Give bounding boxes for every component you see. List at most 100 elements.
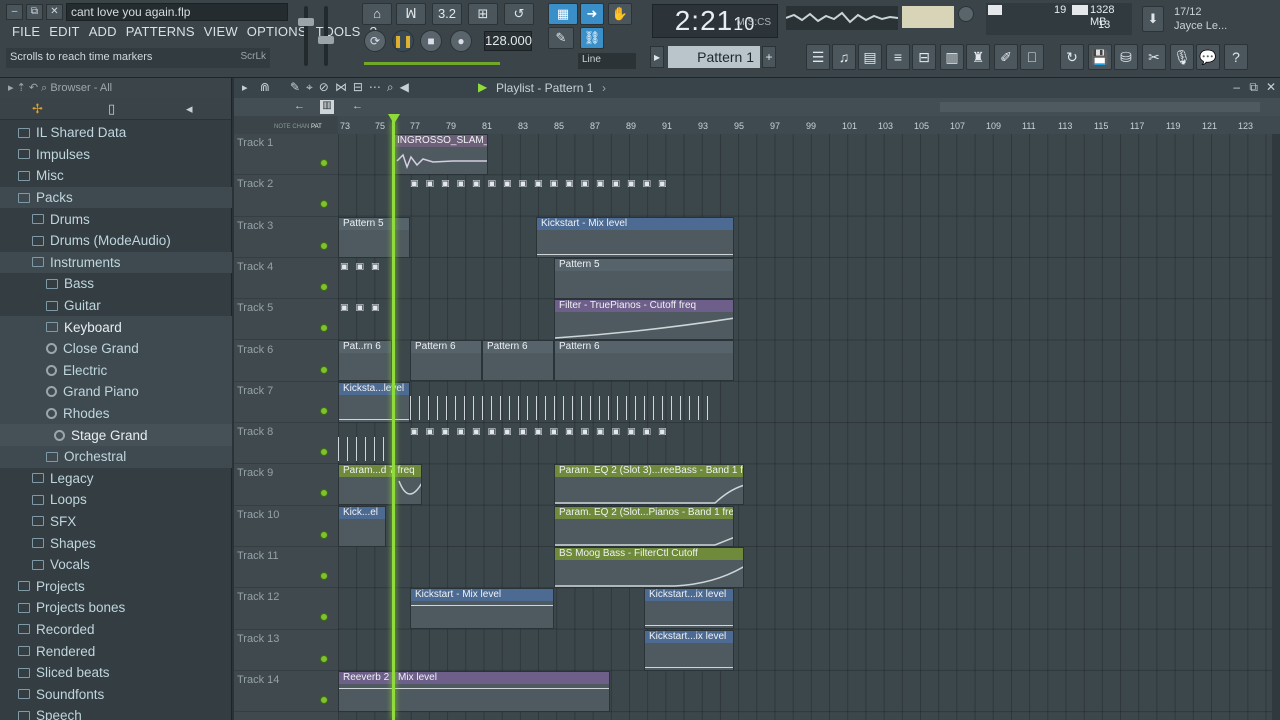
track-mute-led[interactable] [320, 406, 328, 415]
browser-folder-rendered[interactable]: Rendered [0, 640, 232, 662]
track-header[interactable]: Track 4 [234, 258, 338, 300]
track-mute-led[interactable] [320, 695, 328, 704]
browser-folder-guitar[interactable]: Guitar [0, 295, 232, 317]
pattern-add-button[interactable]: + [762, 46, 776, 68]
pen-icon[interactable]: ✎ [548, 27, 574, 49]
track-header[interactable]: Track 5 [234, 299, 338, 341]
news-panel[interactable]: ⬇ 17/12 Jayce Le... [1142, 4, 1234, 36]
pattern-clip[interactable]: Pattern 6 [482, 340, 554, 381]
track-header[interactable]: Track 10 [234, 506, 338, 547]
browser-folder-legacy[interactable]: Legacy [0, 468, 232, 490]
automation-clip[interactable]: Kickstart...ix level [644, 588, 734, 629]
tempo-tapper-icon[interactable]: ✐ [994, 44, 1018, 70]
piano-roll-icon[interactable]: ♫ [832, 44, 856, 70]
playlist-menu-arrow-icon[interactable]: ▸ [242, 81, 248, 94]
browser-folder-speech[interactable]: Speech [0, 705, 232, 720]
volume-knob[interactable] [298, 18, 314, 26]
browser-folder-projects[interactable]: Projects [0, 575, 232, 597]
record-button[interactable]: ● [450, 30, 472, 52]
track-mute-led[interactable] [320, 530, 328, 539]
menu-add[interactable]: ADD [85, 24, 122, 42]
pattern-blocks-track4[interactable]: ▣▣▣ [340, 261, 387, 272]
record-audio-icon[interactable]: 🎙 [1170, 44, 1194, 70]
menu-file[interactable]: FILE [8, 24, 45, 42]
browser-folder-orchestral[interactable]: Orchestral [0, 445, 232, 468]
track-mute-led[interactable] [320, 200, 328, 209]
track-mute-led[interactable] [320, 159, 328, 167]
track-header[interactable]: Track 9 [234, 464, 338, 506]
save-icon[interactable]: 💾 [1088, 44, 1112, 70]
arrow-icons[interactable]: ←←← [294, 100, 381, 112]
tempo-display[interactable]: 128.000 [484, 31, 532, 51]
vertical-scrollbar[interactable] [1272, 134, 1280, 720]
menu-view[interactable]: VIEW [200, 24, 243, 42]
track-header[interactable]: Track 6 [234, 341, 338, 382]
browser-folder-sliced-beats[interactable]: Sliced beats [0, 662, 232, 684]
chat-icon[interactable]: 💬 [1196, 44, 1220, 70]
restore-button[interactable]: ⧉ [26, 4, 43, 20]
browser-preset-close-grand[interactable]: Close Grand [0, 337, 232, 360]
track-header[interactable]: Track 1 [234, 134, 338, 176]
browser-folder-misc[interactable]: Misc [0, 165, 232, 187]
browser-folder-drums-modeaudio[interactable]: Drums (ModeAudio) [0, 230, 232, 252]
automation-clip[interactable]: Kickstart...ix level [644, 630, 734, 671]
loop-record-icon[interactable]: ↺ [504, 3, 534, 25]
kick-steps-track8[interactable] [338, 437, 392, 461]
automation-clip[interactable]: Reeverb 2 - Mix level [338, 671, 610, 712]
step-edit-icon[interactable]: ⊞ [468, 3, 498, 25]
track-mute-led[interactable] [320, 324, 328, 333]
pattern-song-toggle-icon[interactable]: ⟳ [364, 30, 386, 52]
browser-folder-impulses[interactable]: Impulses [0, 144, 232, 166]
pattern-blocks-track2[interactable]: ▣▣▣▣▣▣▣▣▣▣▣▣▣▣▣▣▣ [410, 178, 674, 189]
time-display[interactable]: 2:2110 M:S:CS [652, 4, 778, 38]
wait-input-icon[interactable]: ꟽ [396, 3, 426, 25]
track-header[interactable]: Track 3 [234, 217, 338, 258]
kick-automation-steps[interactable] [410, 396, 716, 420]
playlist-icon[interactable]: ☰ [806, 44, 830, 70]
browser-folder-il-shared-data[interactable]: IL Shared Data [0, 122, 232, 144]
track-mute-led[interactable] [320, 654, 328, 663]
browser-folder-bass[interactable]: Bass [0, 273, 232, 295]
metronome-icon[interactable]: ⌂ [362, 3, 392, 25]
pattern-clip[interactable]: Pattern 6 [554, 340, 734, 381]
automation-clip[interactable]: Param. EQ 2 (Slot 3)...reeBass - Band 1 … [554, 464, 744, 505]
pattern-blocks-track5[interactable]: ▣▣▣ [340, 302, 387, 313]
track-mute-led[interactable] [320, 282, 328, 291]
auto-scroll-icon[interactable]: ➜ [580, 3, 604, 25]
browser-folder-instruments[interactable]: Instruments [0, 251, 232, 274]
track-header[interactable]: Track 13 [234, 630, 338, 671]
help-icon[interactable]: ? [1224, 44, 1248, 70]
close-button[interactable]: ✕ [46, 4, 63, 20]
browser-nav-icons[interactable]: ▸ ⇡ ↶ ⌕ [8, 82, 50, 94]
cut-icon[interactable]: ✂ [1142, 44, 1166, 70]
collapse-icon[interactable]: ◂ [186, 101, 193, 117]
playlist-maximize-icon[interactable]: ⧉ [1249, 80, 1258, 95]
stop-button[interactable]: ■ [420, 30, 442, 52]
browser-folder-soundfonts[interactable]: Soundfonts [0, 683, 232, 705]
master-volume-slider[interactable] [298, 6, 314, 66]
pattern-blocks-track8[interactable]: ▣▣▣▣▣▣▣▣▣▣▣▣▣▣▣▣▣ [410, 426, 674, 437]
browser-folder-projects-bones[interactable]: Projects bones [0, 597, 232, 619]
track-header[interactable]: Track 12 [234, 588, 338, 630]
track-mute-led[interactable] [320, 613, 328, 622]
audio-clip[interactable]: INGROSSO_SLAM_0 [392, 134, 488, 175]
minimize-button[interactable]: – [6, 4, 23, 20]
menu-patterns[interactable]: PATTERNS [122, 24, 200, 42]
pause-button[interactable]: ❚❚ [392, 30, 414, 52]
undo-icon[interactable]: ↻ [1060, 44, 1084, 70]
track-header[interactable]: Track 2 [234, 175, 338, 217]
browser-folder-recorded[interactable]: Recorded [0, 619, 232, 641]
playlist-close-icon[interactable]: ✕ [1266, 80, 1276, 94]
automation-clip[interactable]: Filter - TruePianos - Cutoff freq [554, 299, 734, 340]
mixer-icon[interactable]: ≡ [886, 44, 910, 70]
browser-folder-drums[interactable]: Drums [0, 208, 232, 230]
browser-icon[interactable]: ⊟ [912, 44, 936, 70]
horizontal-scrollbar[interactable] [940, 102, 1260, 112]
hand-cursor-icon[interactable]: ✋ [608, 3, 632, 25]
track-header[interactable]: Track 7 [234, 382, 338, 424]
touch-controller-icon[interactable]: ⎕ [1020, 44, 1044, 70]
playlist-minimize-icon[interactable]: – [1233, 80, 1240, 94]
automation-clip[interactable]: Param...d 7 freq [338, 464, 422, 505]
track-header[interactable]: Track 14 [234, 671, 338, 713]
channel-rack-icon[interactable]: ▤ [858, 44, 882, 70]
